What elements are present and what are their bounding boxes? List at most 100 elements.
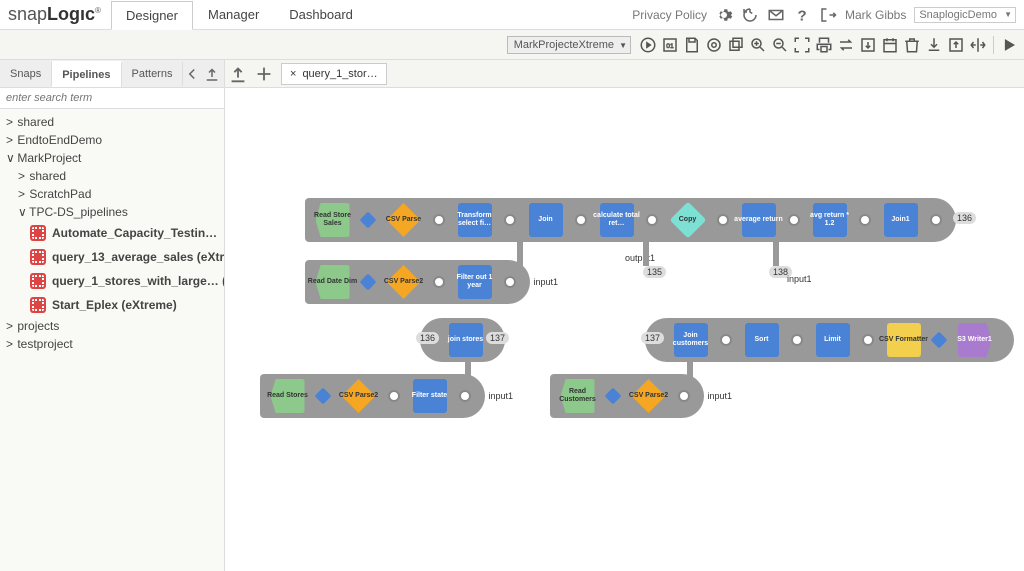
- tree-mp-shared[interactable]: > shared: [0, 167, 224, 185]
- pipeline-query13[interactable]: query_13_average_sales (eXtreme): [0, 245, 224, 269]
- tab-close-icon[interactable]: ×: [290, 68, 296, 80]
- tab-designer[interactable]: Designer: [111, 1, 193, 30]
- snap-s3[interactable]: S3 Writer1: [947, 318, 1002, 362]
- compare-icon[interactable]: [969, 36, 987, 54]
- pipe-row-1[interactable]: Read Store Sales CSV Parse Transform sel…: [305, 198, 956, 242]
- port[interactable]: [575, 214, 587, 226]
- port[interactable]: [931, 332, 948, 349]
- tab-snaps[interactable]: Snaps: [0, 62, 52, 86]
- privacy-link[interactable]: Privacy Policy: [632, 8, 707, 22]
- snap-csv-parse2a[interactable]: CSV Parse2: [376, 260, 431, 304]
- snap-csv-parse2b[interactable]: CSV Parse2: [331, 374, 386, 418]
- save-icon[interactable]: [683, 36, 701, 54]
- gear-icon[interactable]: [715, 6, 733, 24]
- mail-icon[interactable]: [767, 6, 785, 24]
- tree-scratch[interactable]: > ScratchPad: [0, 185, 224, 203]
- snap-limit[interactable]: Limit: [805, 318, 860, 362]
- snap-csv-fmt[interactable]: CSV Formatter: [876, 318, 931, 362]
- run-icon[interactable]: [639, 36, 657, 54]
- snap-join1[interactable]: Join1: [873, 198, 928, 242]
- snap-transform[interactable]: Transform select fi…: [447, 198, 502, 242]
- import-icon[interactable]: [859, 36, 877, 54]
- snap-read-cust[interactable]: Read Customers: [550, 374, 605, 418]
- snap-join[interactable]: Join: [518, 198, 573, 242]
- tree-endtoend[interactable]: > EndtoEndDemo: [0, 131, 224, 149]
- history-icon[interactable]: [741, 6, 759, 24]
- snap-avg[interactable]: average return: [731, 198, 786, 242]
- snap-read-stores[interactable]: Read Stores: [260, 374, 315, 418]
- download-icon[interactable]: [925, 36, 943, 54]
- snap-read-date[interactable]: Read Date Dim: [305, 260, 360, 304]
- tab-patterns[interactable]: Patterns: [122, 62, 184, 86]
- help-icon[interactable]: ?: [793, 6, 811, 24]
- search-input[interactable]: [0, 88, 224, 109]
- pipe-row-4[interactable]: Read Stores CSV Parse2 Filter state inpu…: [260, 374, 485, 418]
- port[interactable]: [788, 214, 800, 226]
- snap-read-store-sales[interactable]: Read Store Sales: [305, 198, 360, 242]
- port[interactable]: [504, 214, 516, 226]
- port[interactable]: [646, 214, 658, 226]
- port[interactable]: [315, 388, 332, 405]
- play-icon[interactable]: [1000, 36, 1018, 54]
- port[interactable]: [433, 214, 445, 226]
- calendar-icon[interactable]: [881, 36, 899, 54]
- trash-icon[interactable]: [903, 36, 921, 54]
- pipe-row-2[interactable]: Read Date Dim CSV Parse2 Filter out 1 ye…: [305, 260, 530, 304]
- pipeline-canvas[interactable]: Read Store Sales CSV Parse Transform sel…: [225, 88, 1024, 571]
- logout-icon[interactable]: [819, 6, 837, 24]
- open-tab[interactable]: × query_1_stor…: [281, 63, 387, 85]
- print-icon[interactable]: [815, 36, 833, 54]
- upload-icon[interactable]: [203, 65, 221, 83]
- port[interactable]: [360, 212, 377, 229]
- tree-tpc[interactable]: ∨ TPC-DS_pipelines: [0, 203, 224, 221]
- export-icon[interactable]: [947, 36, 965, 54]
- pipe-row-3[interactable]: 136 join stores 137: [420, 318, 505, 362]
- pipeline-start[interactable]: Start_Eplex (eXtreme): [0, 293, 224, 317]
- snap-calc[interactable]: calculate total ret…: [589, 198, 644, 242]
- binary-icon[interactable]: 01: [661, 36, 679, 54]
- tree-markproject[interactable]: ∨ MarkProject: [0, 149, 224, 167]
- tab-dashboard[interactable]: Dashboard: [274, 0, 368, 29]
- tree-shared[interactable]: > shared: [0, 113, 224, 131]
- port[interactable]: [459, 390, 471, 402]
- tab-pipelines[interactable]: Pipelines: [52, 61, 121, 87]
- port[interactable]: [605, 388, 622, 405]
- fit-icon[interactable]: [793, 36, 811, 54]
- snap-join-cust[interactable]: Join customers: [663, 318, 718, 362]
- pipeline-query1[interactable]: query_1_stores_with_large… (eXtreme): [0, 269, 224, 293]
- snap-join-stores[interactable]: join stores: [438, 318, 493, 362]
- snap-csv-parse[interactable]: CSV Parse: [376, 198, 431, 242]
- pipe-row-6[interactable]: Read Customers CSV Parse2 input1: [550, 374, 704, 418]
- org-selector[interactable]: SnaplogicDemo ▼: [914, 7, 1016, 23]
- port[interactable]: [717, 214, 729, 226]
- collapse-icon[interactable]: [183, 65, 201, 83]
- pipeline-automate[interactable]: Automate_Capacity_Testin…: [0, 221, 224, 245]
- port[interactable]: [859, 214, 871, 226]
- upload-pipeline-icon[interactable]: [227, 63, 249, 85]
- snap-filter-state[interactable]: Filter state: [402, 374, 457, 418]
- new-pipeline-icon[interactable]: [253, 63, 275, 85]
- port[interactable]: [720, 334, 732, 346]
- snap-sort[interactable]: Sort: [734, 318, 789, 362]
- snap-csv-parse2c[interactable]: CSV Parse2: [621, 374, 676, 418]
- port[interactable]: [862, 334, 874, 346]
- snap-filter-year[interactable]: Filter out 1 year: [447, 260, 502, 304]
- port[interactable]: [360, 274, 377, 291]
- zoom-out-icon[interactable]: [771, 36, 789, 54]
- port[interactable]: [504, 276, 516, 288]
- project-dropdown[interactable]: MarkProjecteXtreme: [507, 36, 631, 54]
- versions-icon[interactable]: [727, 36, 745, 54]
- port[interactable]: [678, 390, 690, 402]
- swap-icon[interactable]: [837, 36, 855, 54]
- port[interactable]: [433, 276, 445, 288]
- port[interactable]: [930, 214, 942, 226]
- tree-projects[interactable]: > projects: [0, 317, 224, 335]
- tree-testproject[interactable]: > testproject: [0, 335, 224, 353]
- port[interactable]: [388, 390, 400, 402]
- settings-icon[interactable]: [705, 36, 723, 54]
- snap-avg12[interactable]: avg return * 1.2: [802, 198, 857, 242]
- snap-copy[interactable]: Copy: [660, 198, 715, 242]
- port[interactable]: [791, 334, 803, 346]
- tab-manager[interactable]: Manager: [193, 0, 274, 29]
- pipe-row-5[interactable]: 137 Join customers Sort Limit CSV Format…: [645, 318, 1014, 362]
